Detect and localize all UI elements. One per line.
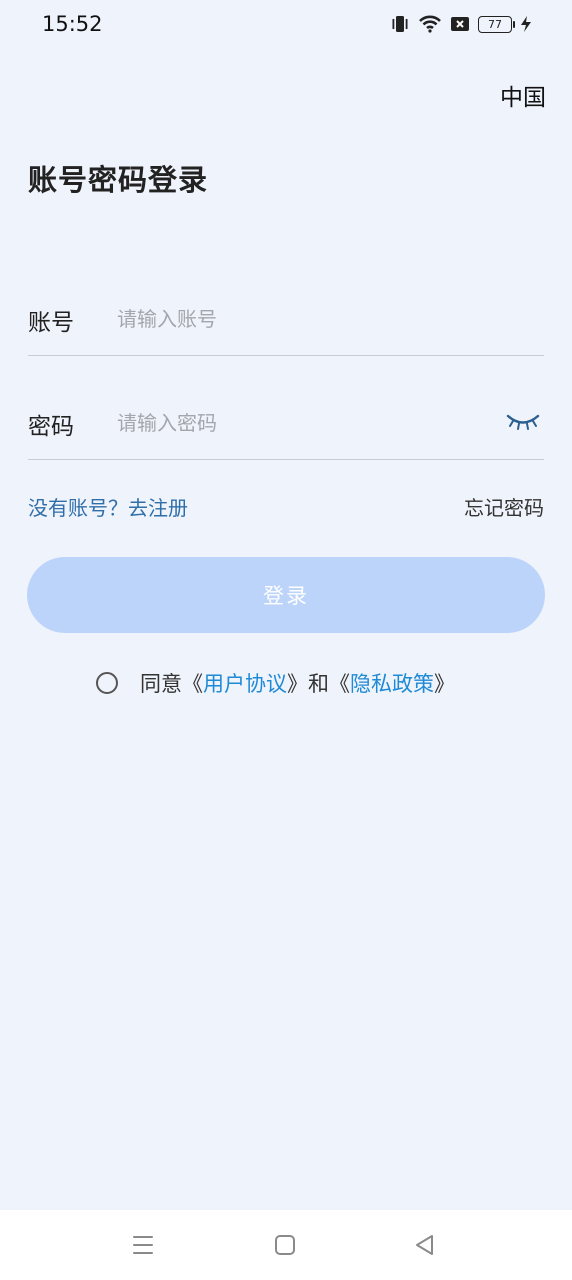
region-selector[interactable]: 中国 (500, 78, 546, 112)
agreement-middle: 》和《 (287, 672, 350, 696)
forgot-password-link[interactable]: 忘记密码 (464, 492, 544, 521)
account-field: 账号 (28, 285, 544, 356)
eye-closed-icon[interactable] (506, 409, 540, 433)
privacy-policy-link[interactable]: 隐私政策 (350, 668, 434, 698)
agreement-row: 同意《 用户协议 》和《 隐私政策 》 (96, 668, 455, 698)
status-bar: 15:52 77 (0, 0, 572, 52)
account-label: 账号 (28, 310, 74, 336)
register-link[interactable]: 没有账号？去注册 (28, 492, 188, 521)
battery-icon: 77 (478, 15, 515, 33)
home-icon[interactable] (272, 1232, 298, 1258)
password-field: 密码 (28, 389, 544, 460)
vibrate-icon (392, 16, 408, 32)
password-input[interactable] (115, 405, 499, 441)
page-title: 账号密码登录 (28, 163, 209, 197)
login-button[interactable]: 登录 (27, 557, 545, 633)
password-label: 密码 (28, 414, 74, 440)
agreement-prefix: 同意《 (140, 672, 203, 696)
system-nav-bar (0, 1210, 572, 1280)
sim-off-icon (451, 17, 469, 31)
battery-level: 77 (488, 17, 502, 31)
status-time: 15:52 (42, 12, 103, 36)
agreement-radio[interactable] (96, 672, 118, 694)
user-agreement-link[interactable]: 用户协议 (203, 668, 287, 698)
agreement-suffix: 》 (434, 672, 455, 696)
status-icons: 77 (390, 14, 532, 34)
menu-icon[interactable] (130, 1232, 156, 1258)
back-icon[interactable] (412, 1232, 438, 1258)
charging-icon (521, 16, 531, 32)
wifi-icon (419, 15, 441, 33)
account-input[interactable] (115, 301, 499, 337)
